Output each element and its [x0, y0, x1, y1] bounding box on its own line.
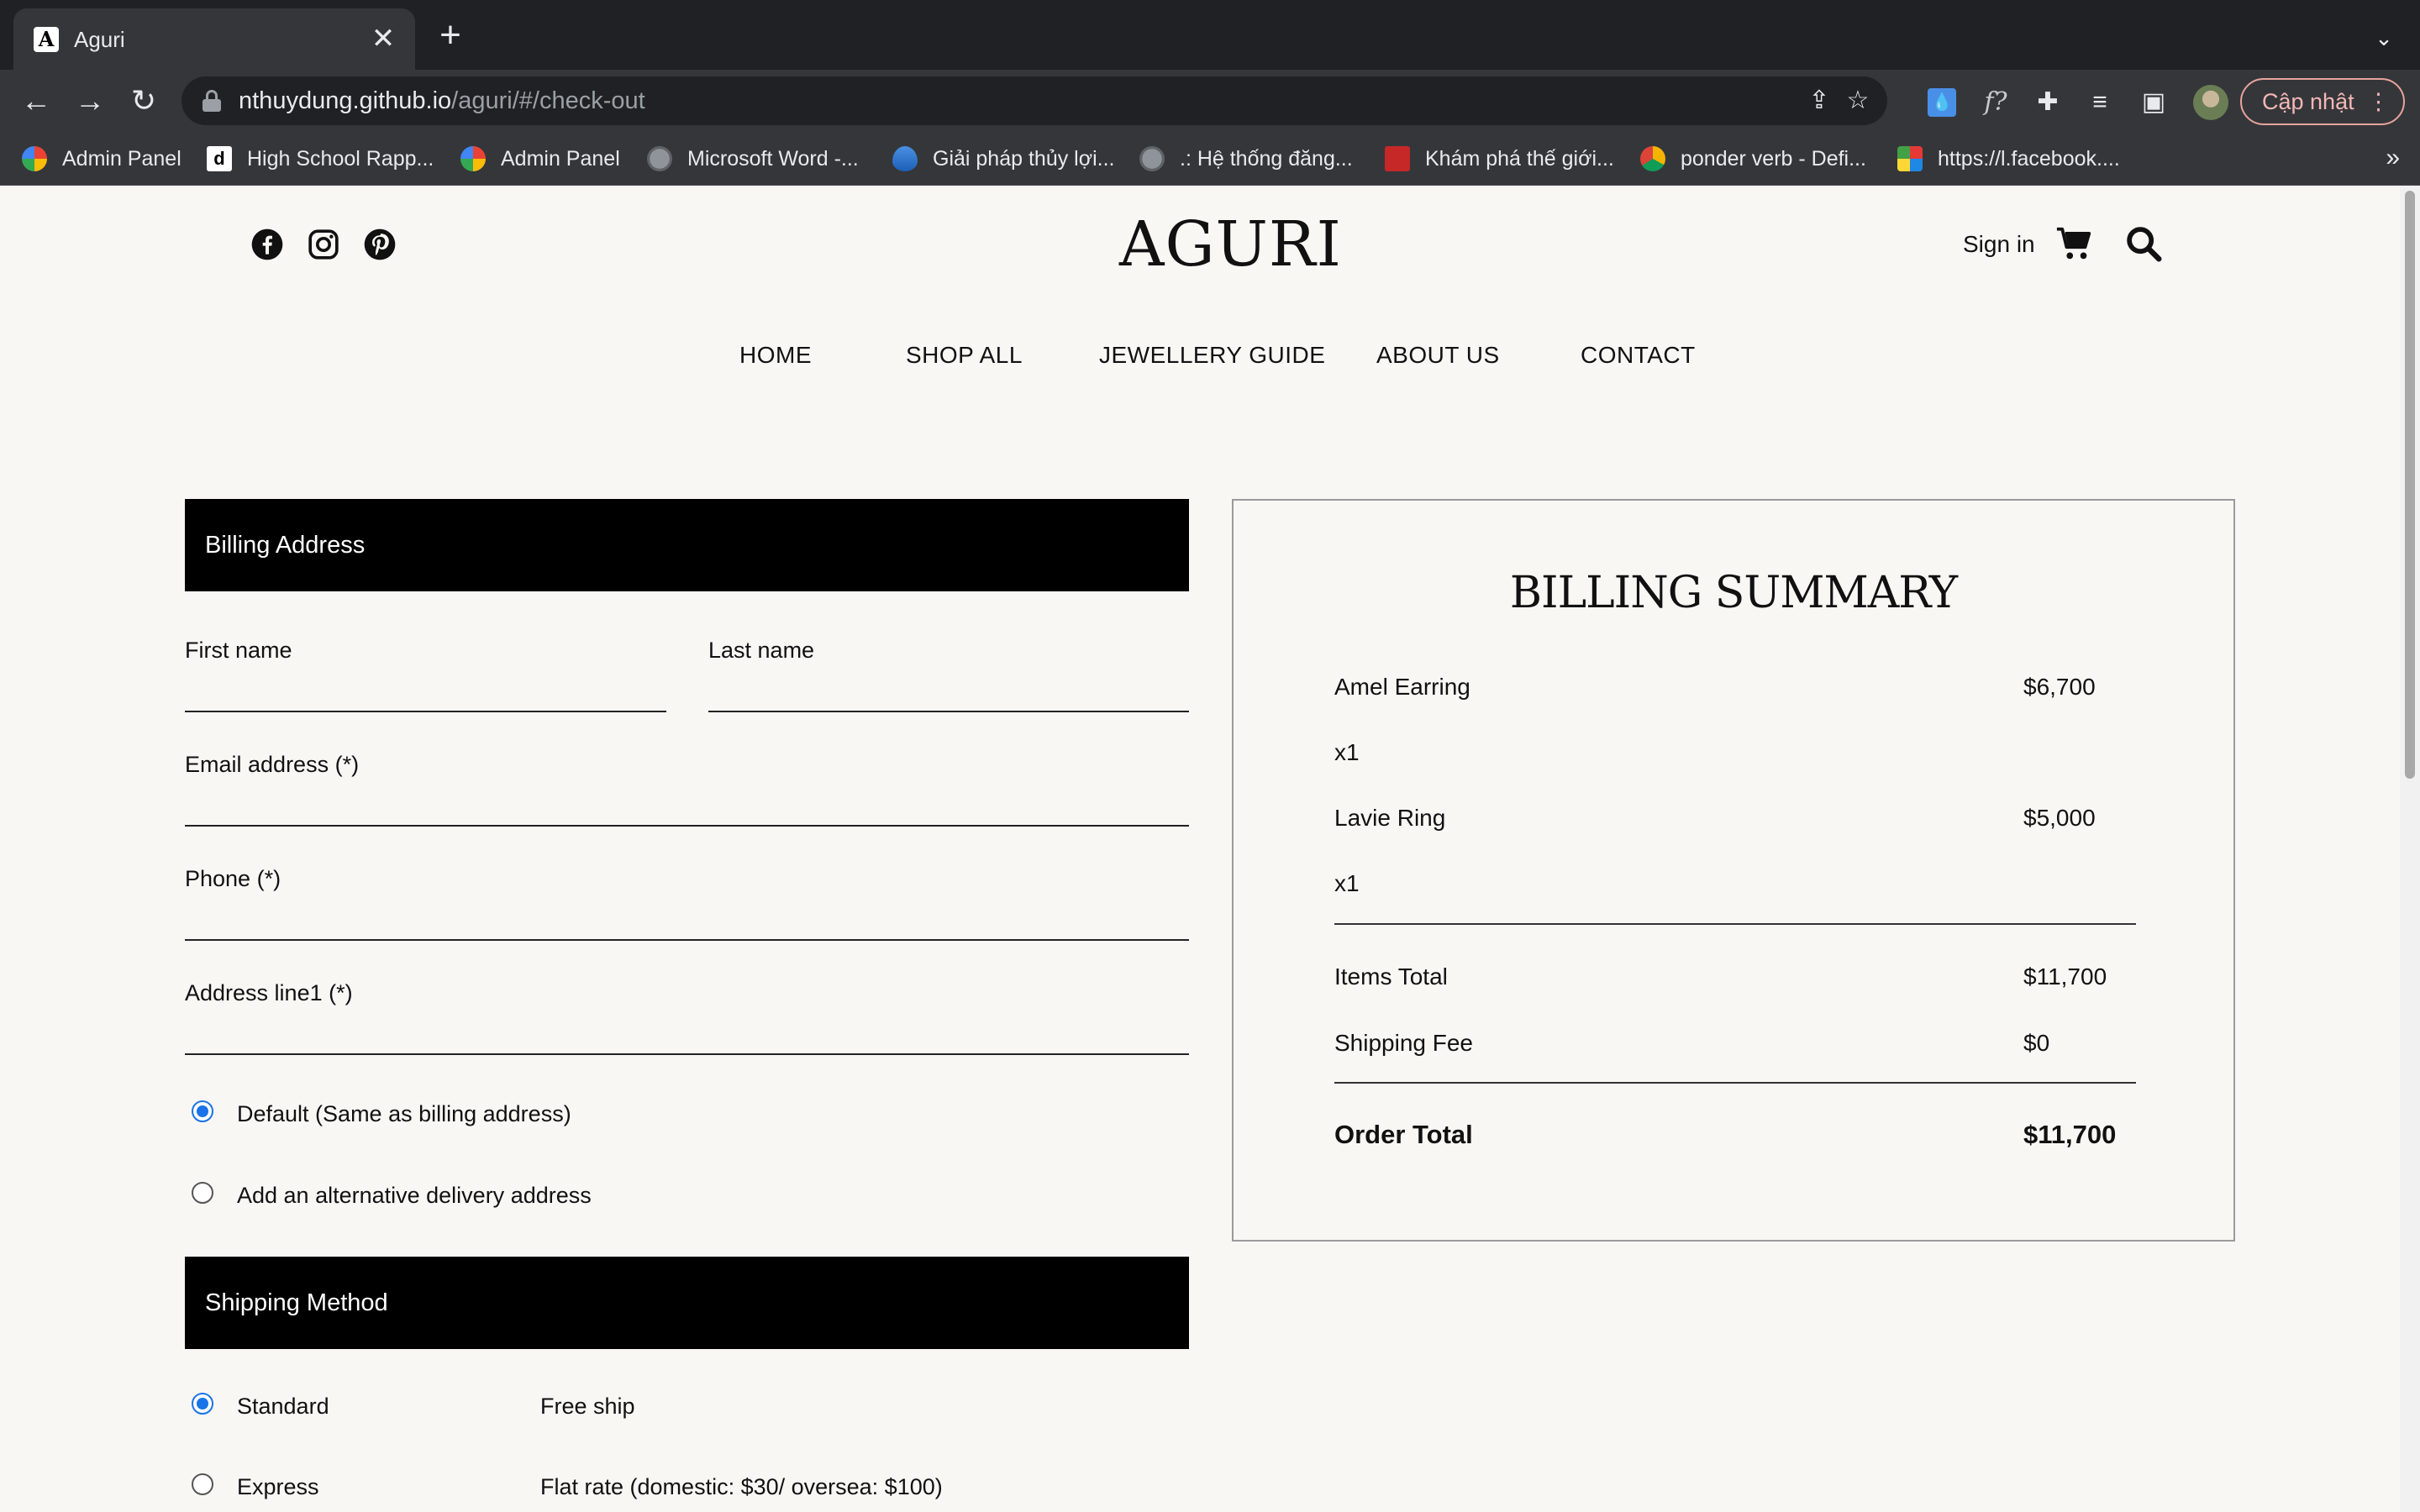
- search-icon[interactable]: [2124, 224, 2163, 263]
- billing-address-header: Billing Address: [185, 499, 1189, 591]
- shipping-standard-desc: Free ship: [540, 1394, 635, 1419]
- bookmark-item[interactable]: Microsoft Word -...: [647, 144, 859, 174]
- tab-title: Aguri: [74, 27, 125, 52]
- shipping-standard-label[interactable]: Standard: [237, 1394, 329, 1420]
- phone-label: Phone (*): [185, 866, 281, 891]
- bookmark-item[interactable]: Admin Panel: [22, 144, 182, 174]
- summary-divider: [1334, 1082, 2136, 1084]
- bookmark-item[interactable]: ponder verb - Defi...: [1640, 144, 1866, 174]
- bookmark-item[interactable]: d High School Rapp...: [207, 144, 434, 174]
- summary-item-qty: x1: [1334, 739, 1360, 765]
- delivery-alternative-label[interactable]: Add an alternative delivery address: [237, 1183, 592, 1209]
- nav-home[interactable]: HOME: [739, 342, 812, 369]
- facebook-icon[interactable]: [250, 228, 284, 261]
- tab-search-chevron-icon[interactable]: ⌄: [2371, 25, 2396, 50]
- new-tab-button[interactable]: +: [434, 17, 467, 54]
- summary-divider: [1334, 923, 2136, 925]
- side-panel-icon[interactable]: ▣: [2139, 88, 2168, 117]
- dictionary-icon: [1640, 146, 1665, 171]
- close-tab-icon[interactable]: ✕: [368, 24, 398, 54]
- google-icon: [22, 146, 47, 171]
- scrollbar-thumb[interactable]: [2405, 191, 2415, 779]
- reading-list-icon[interactable]: ≡: [2086, 88, 2114, 117]
- delivery-default-radio[interactable]: [192, 1100, 213, 1122]
- shipping-express-label[interactable]: Express: [237, 1474, 319, 1500]
- shipping-fee-label: Shipping Fee: [1334, 1030, 1474, 1056]
- delivery-alternative-radio[interactable]: [192, 1182, 213, 1204]
- font-identifier-extension-icon[interactable]: f?: [1981, 88, 2010, 117]
- extensions-puzzle-icon[interactable]: ✚: [2033, 88, 2062, 117]
- bookmark-item[interactable]: Khám phá thế giới...: [1385, 144, 1614, 174]
- update-button[interactable]: Cập nhật ⋮: [2240, 78, 2405, 125]
- summary-item-name: Amel Earring: [1334, 674, 1470, 700]
- shopping-cart-icon[interactable]: [2055, 224, 2094, 263]
- address-line1-label: Address line1 (*): [185, 980, 353, 1005]
- profile-avatar[interactable]: [2193, 85, 2228, 120]
- bookmark-item[interactable]: .: Hệ thống đăng...: [1139, 144, 1353, 174]
- pinterest-icon[interactable]: [363, 228, 397, 261]
- billing-summary-panel: BILLING SUMMARY Amel Earring $6,700 x1 L…: [1232, 499, 2235, 1242]
- billing-summary-title: BILLING SUMMARY: [1509, 568, 1958, 618]
- shipping-express-desc: Flat rate (domestic: $30/ oversea: $100): [540, 1474, 943, 1499]
- instagram-icon[interactable]: [307, 228, 340, 261]
- globe-icon: [1139, 146, 1165, 171]
- page-scrollbar[interactable]: [2400, 186, 2420, 1512]
- sign-in-link[interactable]: Sign in: [1963, 231, 2035, 258]
- email-label: Email address (*): [185, 752, 360, 777]
- menu-dots-icon[interactable]: ⋮: [2367, 80, 2390, 123]
- phone-input[interactable]: [185, 939, 1189, 941]
- shipping-express-radio[interactable]: [192, 1473, 213, 1495]
- red-square-icon: [1385, 146, 1410, 171]
- reload-icon[interactable]: ↻: [124, 81, 163, 120]
- email-input[interactable]: [185, 825, 1189, 827]
- aguri-favicon-icon: A: [34, 27, 59, 52]
- bookmark-item[interactable]: Giải pháp thủy lợi...: [892, 144, 1115, 174]
- more-bookmarks-icon[interactable]: »: [2386, 144, 2400, 172]
- delivery-default-label[interactable]: Default (Same as billing address): [237, 1101, 571, 1127]
- summary-item-price: $6,700: [2023, 674, 2096, 700]
- share-icon[interactable]: ⇪: [1805, 87, 1833, 115]
- browser-toolbar: ← → ↻ nthuydung.github.io/aguri/#/check-…: [0, 70, 2420, 132]
- bookmark-item[interactable]: Admin Panel: [460, 144, 620, 174]
- items-total-value: $11,700: [2023, 963, 2107, 990]
- summary-item-name: Lavie Ring: [1334, 805, 1446, 831]
- summary-item-qty: x1: [1334, 870, 1360, 896]
- summary-item-price: $5,000: [2023, 805, 2096, 831]
- browser-tab[interactable]: A Aguri ✕: [13, 8, 415, 70]
- water-drop-extension-icon[interactable]: 💧: [1928, 88, 1956, 117]
- globe-icon: [647, 146, 672, 171]
- shipping-fee-value: $0: [2023, 1030, 2050, 1056]
- order-total-value: $11,700: [2023, 1120, 2117, 1149]
- first-name-input[interactable]: [185, 711, 666, 712]
- order-total-label: Order Total: [1334, 1120, 1473, 1149]
- bookmarks-bar: Admin Panel d High School Rapp... Admin P…: [0, 132, 2420, 186]
- nav-jewellery-guide[interactable]: JEWELLERY GUIDE: [1099, 342, 1325, 369]
- nav-about-us[interactable]: ABOUT US: [1376, 342, 1500, 369]
- lock-icon[interactable]: [202, 90, 222, 112]
- forward-arrow-icon[interactable]: →: [71, 81, 109, 120]
- google-icon: [460, 146, 486, 171]
- bookmark-item[interactable]: https://l.facebook....: [1897, 144, 2120, 174]
- shipping-standard-radio[interactable]: [192, 1393, 213, 1415]
- nav-shop-all[interactable]: SHOP ALL: [906, 342, 1023, 369]
- last-name-label: Last name: [708, 638, 815, 663]
- browser-tab-strip: A Aguri ✕ + ⌄: [0, 0, 2420, 70]
- checkout-page: AGURI Sign in HOME SHOP ALL JEWELLERY GU…: [0, 186, 2400, 1512]
- address-bar[interactable]: nthuydung.github.io/aguri/#/check-out ⇪ …: [182, 76, 1887, 125]
- last-name-input[interactable]: [708, 711, 1189, 712]
- items-total-label: Items Total: [1334, 963, 1448, 990]
- aguri-logo[interactable]: AGURI: [1119, 211, 1342, 278]
- bookmark-star-icon[interactable]: ☆: [1844, 87, 1872, 115]
- url-text[interactable]: nthuydung.github.io/aguri/#/check-out: [239, 87, 645, 115]
- back-arrow-icon[interactable]: ←: [17, 81, 55, 120]
- water-drop-icon: [892, 146, 918, 171]
- shipping-method-header: Shipping Method: [185, 1257, 1189, 1349]
- first-name-label: First name: [185, 638, 292, 663]
- nav-contact[interactable]: CONTACT: [1581, 342, 1696, 369]
- d-icon: d: [207, 146, 232, 171]
- x-colorful-icon: [1897, 146, 1923, 171]
- address-line1-input[interactable]: [185, 1053, 1189, 1055]
